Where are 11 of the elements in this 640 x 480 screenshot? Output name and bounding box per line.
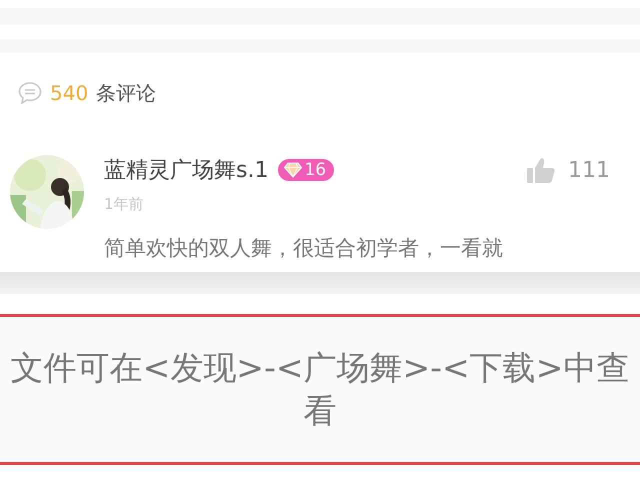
like-count: 111 (568, 158, 610, 182)
level-badge: 16 (278, 159, 334, 181)
thumbs-up-icon[interactable] (526, 156, 556, 184)
author-name[interactable]: 蓝精灵广场舞s.1 (104, 155, 268, 185)
comment-icon (18, 82, 42, 104)
comment-time: 1年前 (104, 195, 145, 214)
diamond-icon (284, 162, 302, 178)
comment-count: 540 (50, 81, 88, 105)
comment-text: 简单欢快的双人舞，很适合初学者，一看就 (104, 235, 504, 262)
toast-message: 文件可在<发现>-<广场舞>-<下载>中查看 (10, 346, 630, 432)
comment-count-label: 条评论 (96, 80, 156, 106)
